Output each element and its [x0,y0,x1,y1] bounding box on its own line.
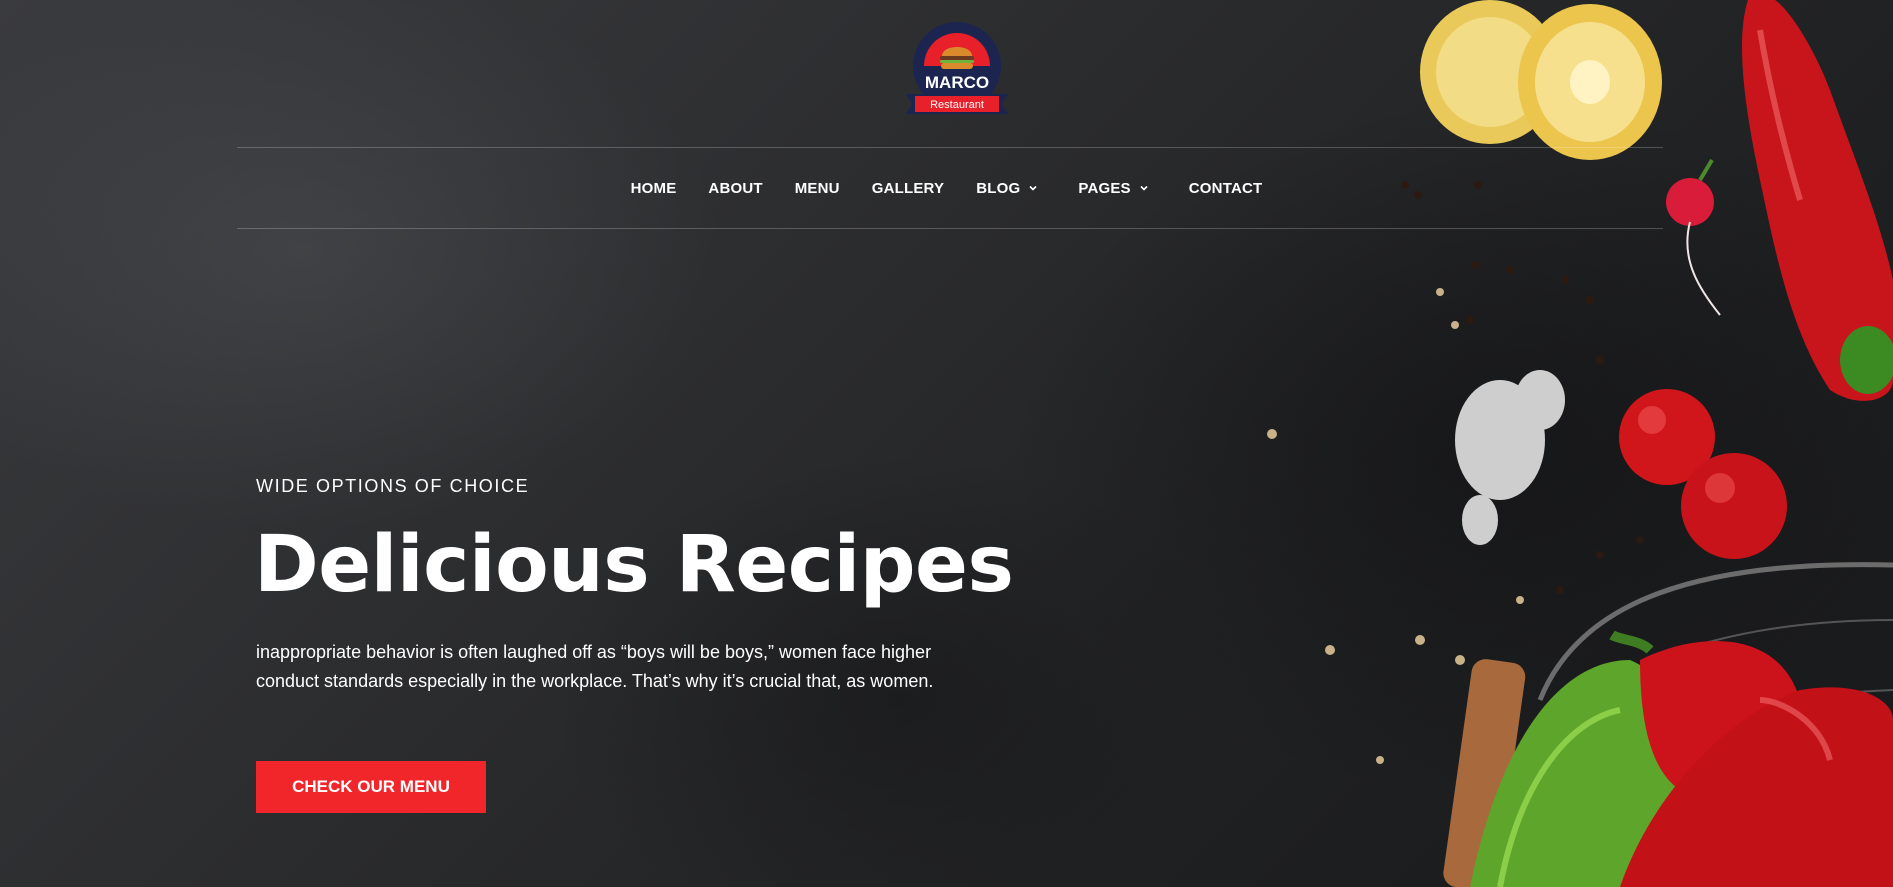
corn-decoration [1420,0,1662,160]
burger-icon [940,47,974,69]
food-ingredients-image [1267,0,1893,887]
chevron-down-icon [1140,185,1148,191]
logo-name: MARCO [925,73,989,92]
tomatoes-decoration [1619,389,1787,559]
hero-title: Delicious Recipes [254,520,1014,610]
nav-item-home[interactable]: HOME [631,180,677,197]
chevron-down-icon [1029,185,1037,191]
nav-item-label: HOME [630,179,677,197]
nav-item-label: BLOG [976,179,1021,197]
basket-decoration [1443,562,1893,887]
check-our-menu-button[interactable]: CHECK OUR MENU [256,761,486,813]
nav-item-gallery[interactable]: GALLERY [872,180,945,197]
nav-item-label: ABOUT [708,179,763,197]
salt-decoration [1455,370,1565,545]
nav-divider-top [237,147,1663,148]
nav-item-label: MENU [794,179,840,197]
hero-description: inappropriate behavior is often laughed … [256,642,934,691]
nav-item-label: PAGES [1078,179,1131,197]
logo-tagline: Restaurant [930,99,984,111]
nav-item-about[interactable]: ABOUT [708,180,762,197]
nav-divider-bottom [237,228,1663,229]
nav-item-label: GALLERY [871,179,945,197]
nav-item-menu[interactable]: MENU [795,180,840,197]
main-nav: HOME ABOUT MENU GALLERY BLOG PAGES CONTA… [0,172,1893,204]
nav-item-label: CONTACT [1188,179,1263,197]
nav-item-blog[interactable]: BLOG [976,180,1038,197]
brand-logo[interactable]: MARCO Restaurant [902,20,1012,124]
nav-item-pages[interactable]: PAGES [1078,180,1148,197]
hero-eyebrow: WIDE OPTIONS OF CHOICE [256,476,530,496]
nav-item-contact[interactable]: CONTACT [1189,180,1263,197]
